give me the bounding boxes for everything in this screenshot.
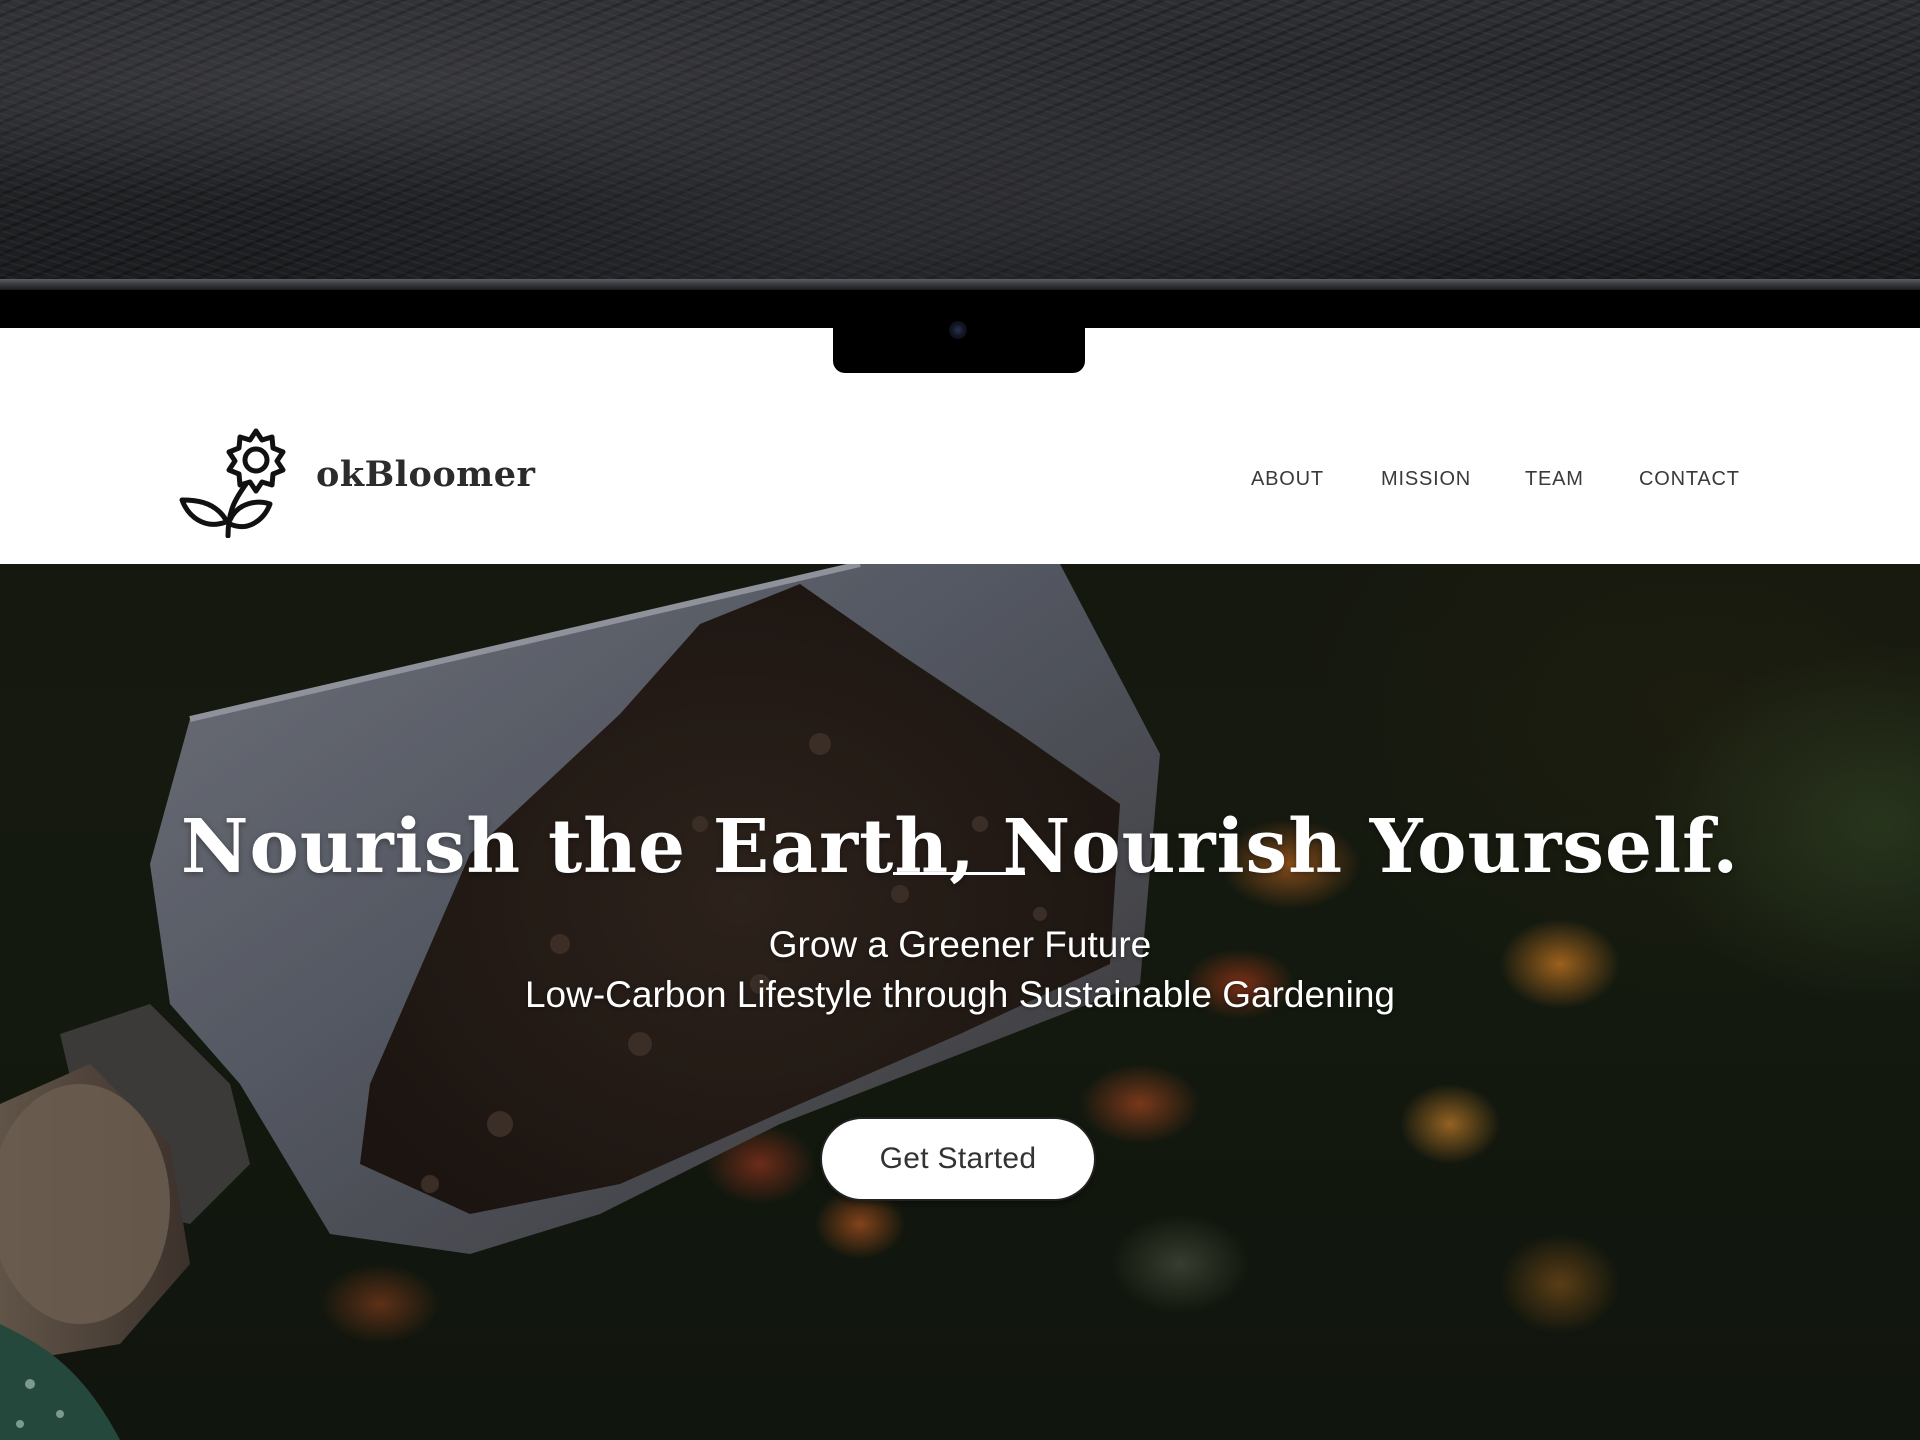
nav-contact[interactable]: CONTACT <box>1639 468 1740 491</box>
hero-subtitle-line1: Grow a Greener Future <box>768 924 1152 965</box>
nav-team[interactable]: TEAM <box>1525 468 1584 491</box>
stone-background <box>0 0 1920 290</box>
flower-icon[interactable] <box>178 426 290 538</box>
hero-subtitle-line2: Low-Carbon Lifestyle through Sustainable… <box>524 974 1396 1015</box>
webcam-icon <box>949 321 967 339</box>
website: okBloomer ABOUT MISSION TEAM CONTACT Nou… <box>0 328 1920 1440</box>
title-divider <box>893 872 1025 875</box>
brand-name[interactable]: okBloomer <box>316 454 535 495</box>
nav-about[interactable]: ABOUT <box>1251 468 1324 491</box>
hero-section: Nourish the Earth, Nourish Yourself. Gro… <box>0 564 1920 1440</box>
hero-title: Nourish the Earth, Nourish Yourself. <box>180 804 1740 890</box>
nav-mission[interactable]: MISSION <box>1381 468 1471 491</box>
get-started-button[interactable]: Get Started <box>820 1117 1096 1201</box>
